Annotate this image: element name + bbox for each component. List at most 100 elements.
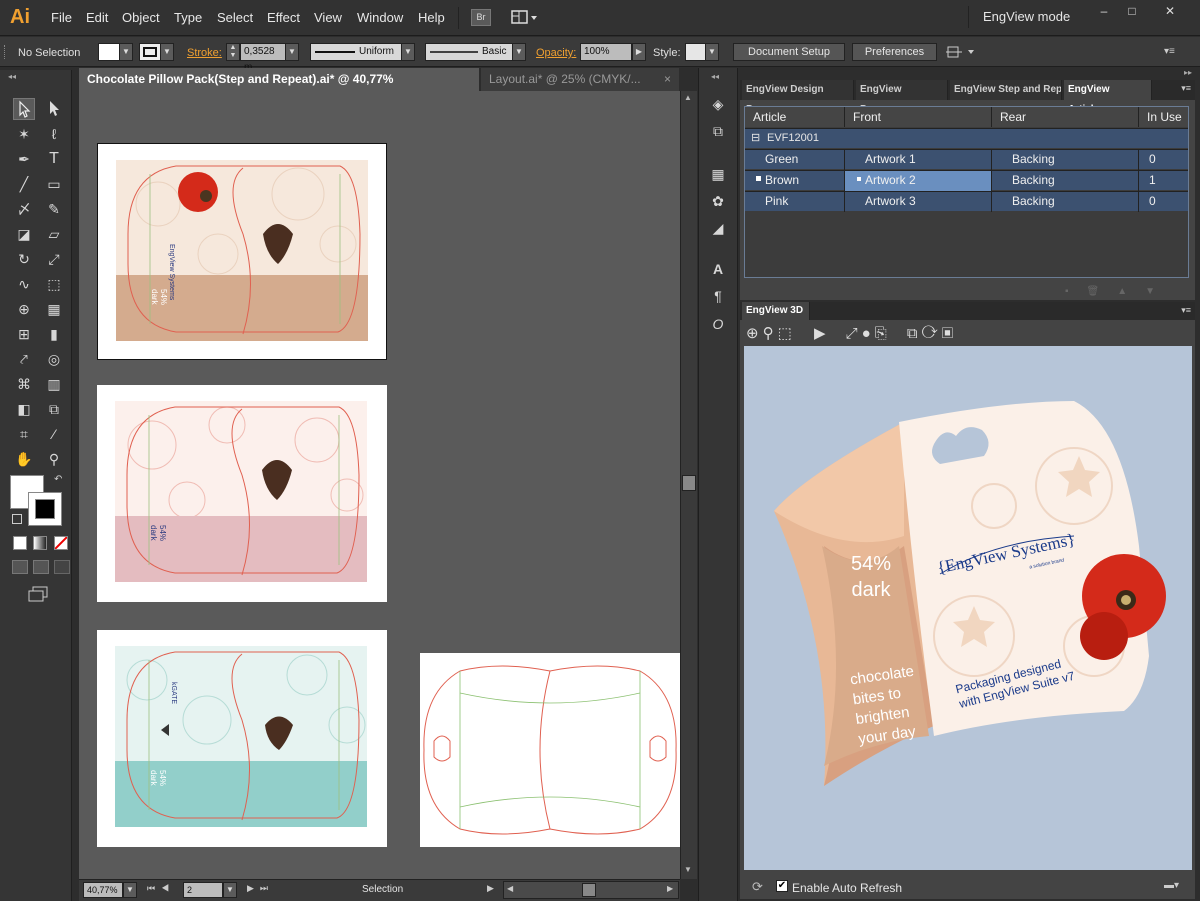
artboard-dieline[interactable] [420,653,680,847]
perspective-grid-tool-icon[interactable]: ▦ [43,298,65,320]
table-row[interactable]: Pink Artwork 3 Backing 0 [745,191,1188,212]
selection-tool-icon[interactable] [13,98,35,120]
document-tab-active[interactable]: Chocolate Pillow Pack(Step and Repeat).a… [79,68,479,108]
zoom-tool-icon[interactable]: ⚲ [43,448,65,470]
collapse-panels-icon[interactable]: ▸▸ [1184,68,1192,77]
blend-tool-icon[interactable]: ◎ [43,348,65,370]
align-icon[interactable] [946,44,976,60]
panel-menu-icon[interactable]: ▾≡ [1181,83,1191,94]
hand-tool-icon[interactable]: ✋ [13,448,35,470]
collapse-group-icon[interactable]: ⊟ [751,131,760,144]
lasso-tool-icon[interactable]: ℓ [43,123,65,145]
opacity-label[interactable]: Opacity: [536,47,576,59]
rear-cell[interactable]: Backing [992,192,1139,212]
collapse-toolbox-icon[interactable]: ◂◂ [8,72,16,81]
profile-dropdown[interactable]: ▼ [401,43,415,61]
expand-dock-icon[interactable]: ◂◂ [711,72,719,81]
preferences-button[interactable]: Preferences [852,43,937,61]
direct-selection-tool-icon[interactable] [43,98,65,120]
zoom-icon[interactable]: ⚲ [763,325,778,342]
stroke-swatch[interactable] [139,43,161,61]
opacity-input[interactable]: 100% [580,43,632,61]
scroll-left-icon[interactable]: ◀ [507,884,513,893]
none-mode-icon[interactable] [54,536,68,550]
artboard-nav-next[interactable]: ▶⏭ [247,883,274,894]
swatches-panel-icon[interactable]: ▦ [707,163,729,185]
artboard-tool-icon[interactable]: ◧ [13,398,35,420]
warp-tool-icon[interactable]: ∿ [13,273,35,295]
shape-builder-tool-icon[interactable]: ⊕ [13,298,35,320]
zoom-in-icon[interactable]: ⊕ [746,325,763,342]
tab-articles[interactable]: EngView Articles [1064,80,1152,115]
bridge-button[interactable]: Br [471,9,491,26]
menu-type[interactable]: Type [174,10,202,25]
stroke-label[interactable]: Stroke: [187,47,222,59]
hscroll-thumb[interactable] [582,883,596,897]
document-tab-inactive[interactable]: Layout.ai* @ 25% (CMYK/... × [481,68,679,91]
light-icon[interactable]: ● [862,325,875,342]
variable-width-profile[interactable]: Uniform [310,43,402,61]
opacity-dropdown[interactable]: ▶ [632,43,646,61]
canvas-vertical-scrollbar[interactable]: ▲ ▼ [680,91,697,879]
panel-menu-icon[interactable]: ▾≡ [1181,305,1191,316]
stroke-weight-dropdown[interactable]: ▼ [285,43,299,61]
menu-select[interactable]: Select [217,10,253,25]
stroke-weight-input[interactable]: 0,3528 m [240,43,286,73]
color-guide-panel-icon[interactable]: ✿ [707,190,729,212]
swap-colors-icon[interactable]: ↶ [54,474,62,485]
3d-viewport[interactable]: 54% dark chocolate bites to brighten your d… [744,346,1192,870]
screen-mode-icon[interactable] [28,586,50,602]
gradient-mode-icon[interactable] [33,536,47,550]
tab-step-and-repeat[interactable]: EngView Step and Repe [950,80,1062,100]
menu-effect[interactable]: Effect [267,10,300,25]
mesh-tool-icon[interactable]: ⊞ [13,323,35,345]
artboard-number-input[interactable]: 2 [183,882,223,898]
artboard-nav-prev[interactable]: ⏮◀ [147,883,175,894]
workspace-switcher[interactable]: EngView mode ▼ [968,6,1078,45]
table-row[interactable]: Green Artwork 1 Backing 0 [745,149,1188,170]
brush-dropdown[interactable]: ▼ [512,43,526,61]
table-row-selected[interactable]: Brown Artwork 2 Backing 1 [745,170,1188,191]
scroll-thumb[interactable] [682,475,696,491]
artboard-number-dropdown[interactable]: ▼ [223,882,237,898]
auto-refresh-checkbox[interactable]: ✔ [776,880,788,892]
gradient-tool-icon[interactable]: ▮ [43,323,65,345]
zoom-input[interactable]: 40,77% [83,882,123,898]
paragraph-panel-icon[interactable]: ¶ [707,285,729,307]
column-header-in-use[interactable]: In Use [1139,107,1188,127]
eyedropper-tool-icon[interactable]: ⤤ [13,348,35,370]
artboard-brown[interactable]: EngView Systems 54% dark [97,143,387,360]
pen-tool-icon[interactable]: ✒ [13,148,35,170]
front-cell[interactable]: Artwork 3 [845,192,992,212]
menu-help[interactable]: Help [418,10,445,25]
scroll-up-icon[interactable]: ▲ [684,93,692,102]
maximize-button[interactable]: □ [1122,3,1142,19]
scale-tool-icon[interactable]: ⤢ [43,248,65,270]
rear-cell[interactable]: Backing [992,150,1139,170]
zoom-dropdown[interactable]: ▼ [123,882,137,898]
graphic-style-swatch[interactable] [685,43,707,61]
crop-tool-icon[interactable]: ⌗ [13,423,35,445]
panel-menu-icon[interactable]: ▾≡ [1164,46,1180,58]
magic-wand-tool-icon[interactable]: ✶ [13,123,35,145]
box-view-icon[interactable]: ⬚ [778,325,796,342]
column-header-rear[interactable]: Rear [992,107,1139,127]
minimize-button[interactable]: – [1094,3,1114,19]
stroke-dropdown[interactable]: ▼ [160,43,174,61]
layers-panel-icon[interactable]: ◈ [707,93,729,115]
column-header-front[interactable]: Front [845,107,992,127]
document-icon[interactable]: ⎘ [875,325,891,342]
menu-view[interactable]: View [314,10,342,25]
brush-definition[interactable]: Basic [425,43,513,61]
artboard-pink[interactable]: 54% dark [97,385,387,602]
color-mode-icon[interactable] [13,536,27,550]
artboard-green[interactable]: kGATE 54% dark [97,630,387,847]
export-icon[interactable]: ⤢ [846,325,862,342]
fill-dropdown[interactable]: ▼ [119,43,133,61]
close-window-button[interactable]: ✕ [1160,3,1180,19]
draw-inside-icon[interactable] [54,560,70,574]
opentype-panel-icon[interactable]: O [707,313,729,335]
scroll-right-icon[interactable]: ▶ [667,884,673,893]
menu-object[interactable]: Object [122,10,160,25]
refresh-icon[interactable]: ⟳ [752,879,763,895]
